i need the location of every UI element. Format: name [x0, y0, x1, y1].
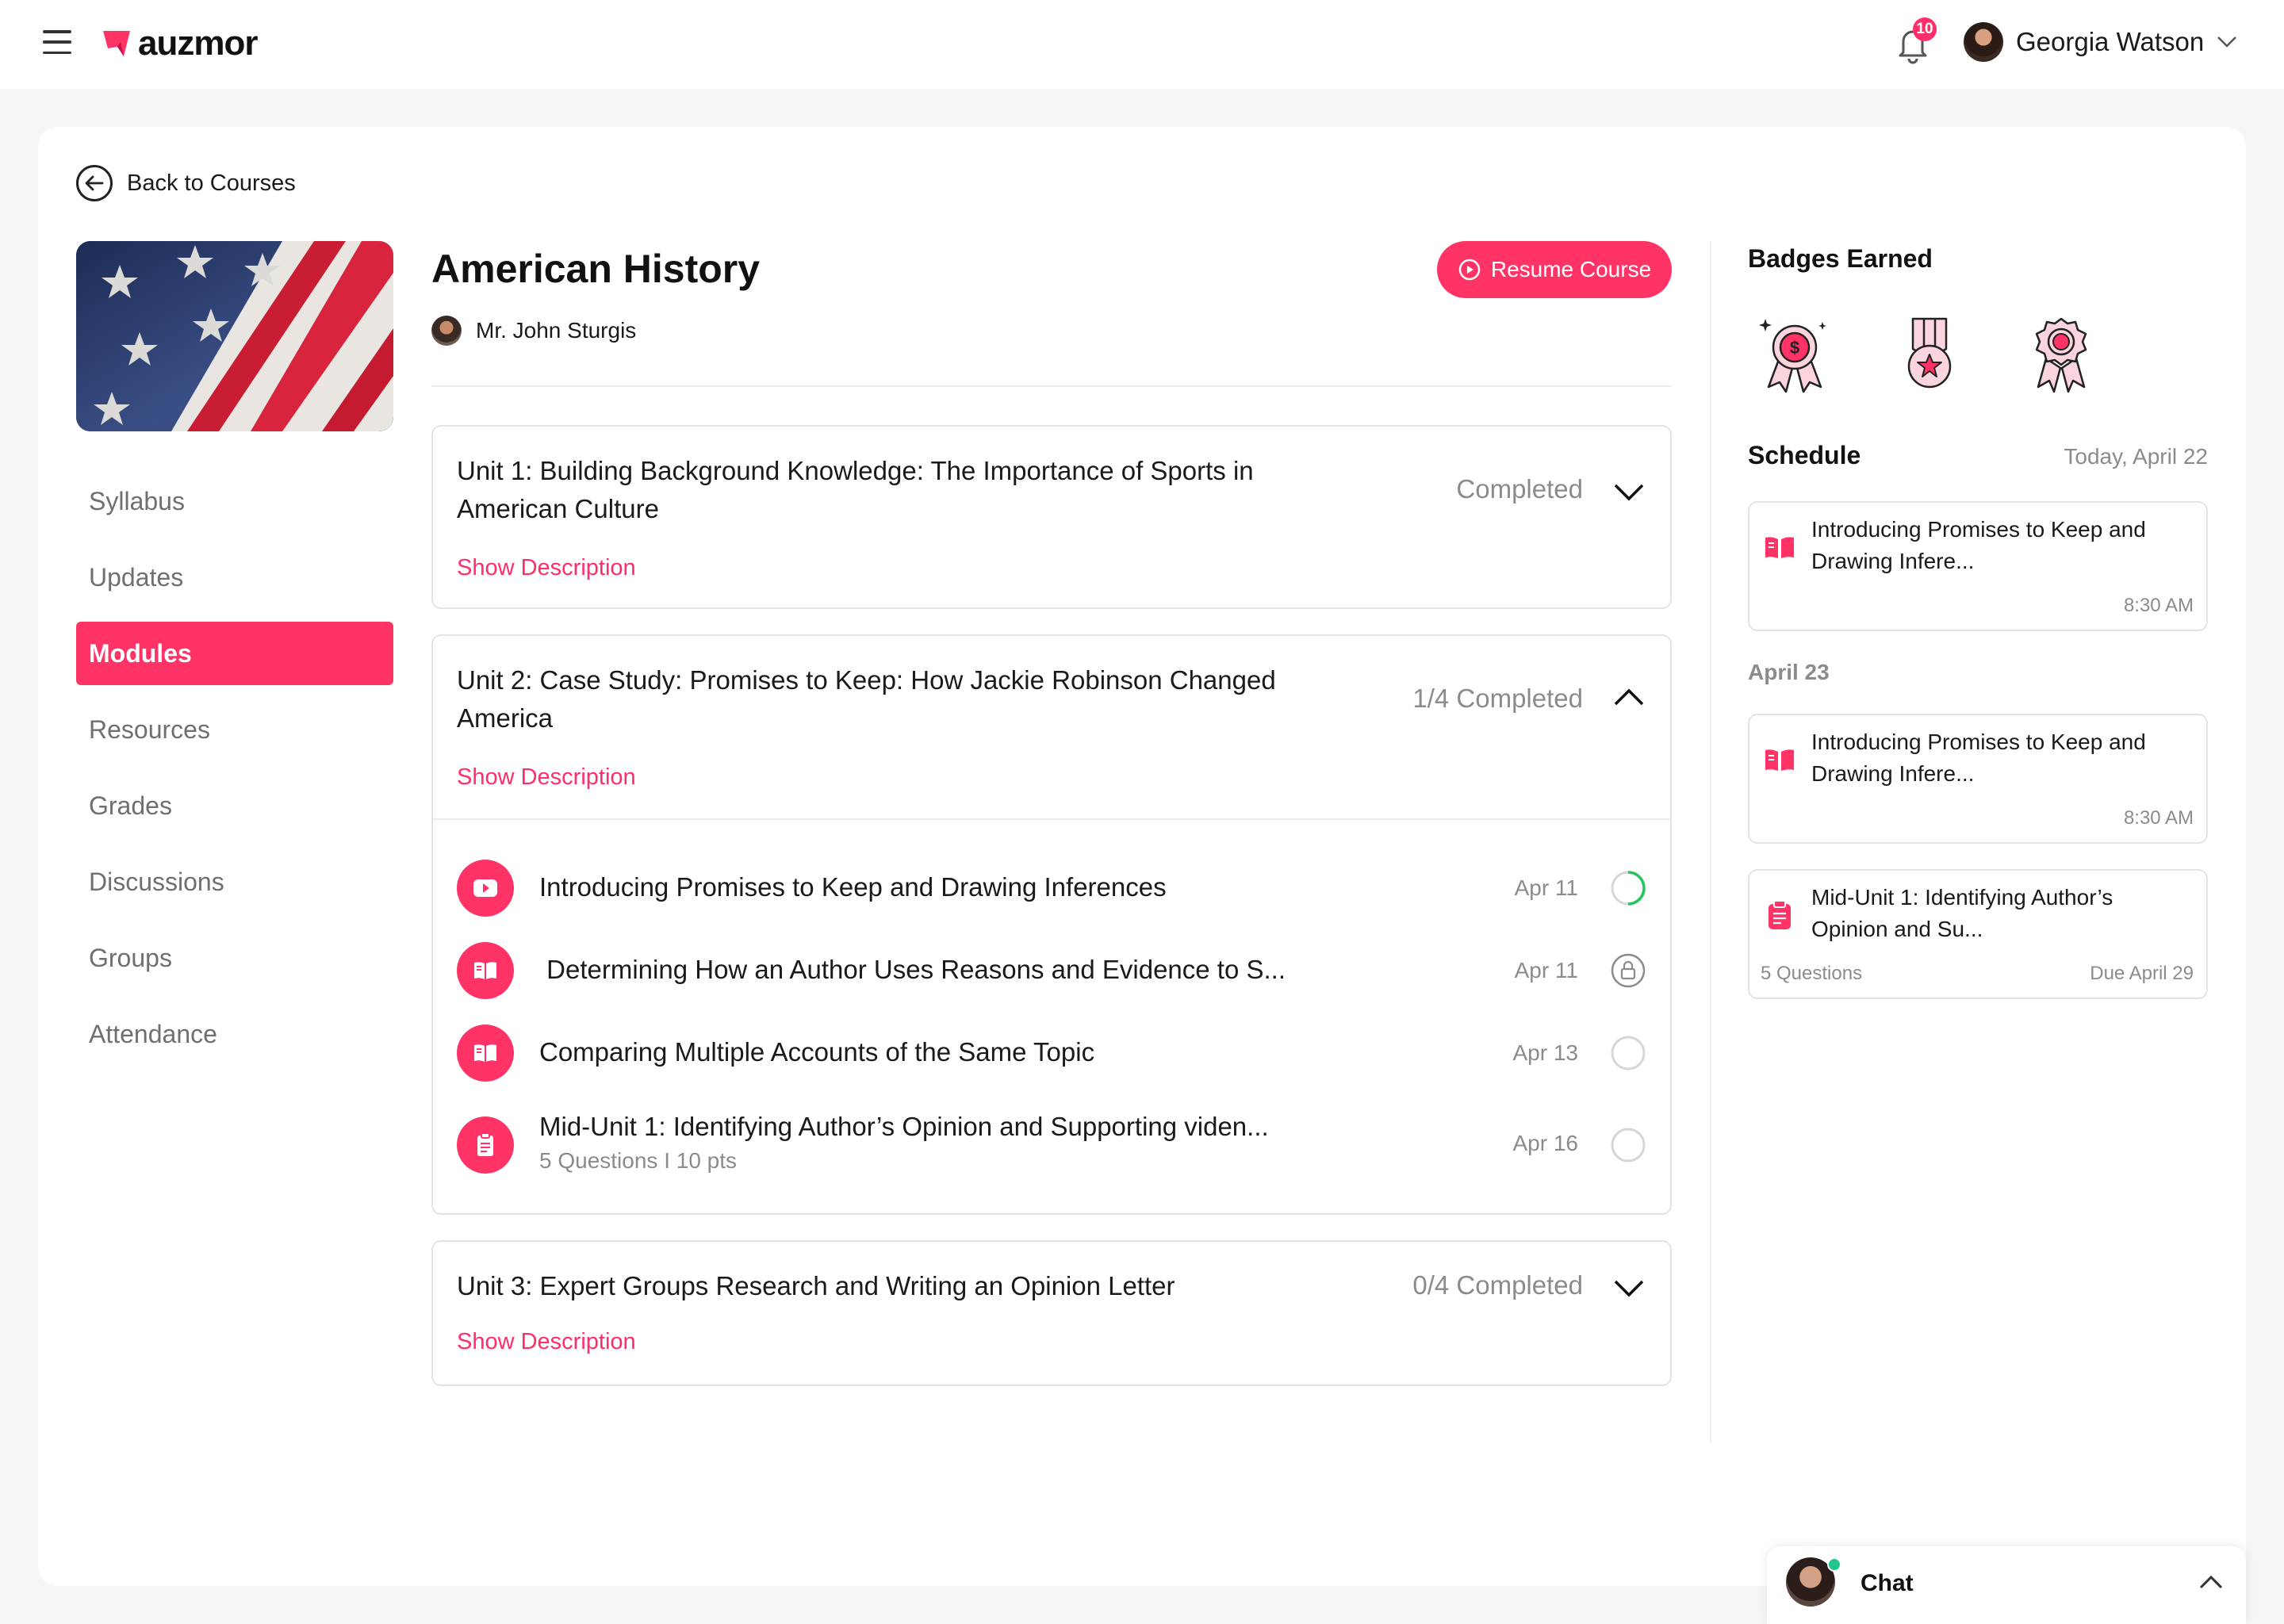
course-image — [76, 241, 393, 431]
chevron-down-icon — [2217, 36, 2237, 48]
schedule-card[interactable]: Introducing Promises to Keep and Drawing… — [1748, 714, 2208, 844]
empty-circle-icon — [1611, 1128, 1646, 1162]
unit-card-2: Unit 2: Case Study: Promises to Keep: Ho… — [431, 634, 1672, 1215]
unit-card-1: Unit 1: Building Background Knowledge: T… — [431, 425, 1672, 609]
schedule-day-label: April 23 — [1748, 660, 1830, 684]
chevron-down-icon[interactable] — [1613, 1278, 1645, 1299]
quiz-icon — [1769, 900, 1791, 929]
course-nav: Syllabus Updates Modules Resources Grade… — [76, 469, 393, 1078]
lesson-row[interactable]: Introducing Promises to Keep and Drawing… — [457, 860, 1646, 917]
lesson-title: Introducing Promises to Keep and Drawing… — [539, 872, 1167, 902]
auzmor-logo-icon — [103, 31, 130, 56]
book-icon — [1765, 749, 1794, 771]
nav-item-resources[interactable]: Resources — [76, 698, 393, 761]
progress-ring-icon — [1611, 871, 1646, 906]
unit-card-3: Unit 3: Expert Groups Research and Writi… — [431, 1240, 1672, 1386]
brand-name: auzmor — [138, 24, 258, 63]
schedule-card-time: 8:30 AM — [2123, 595, 2194, 616]
course-title: American History — [431, 247, 761, 291]
schedule-card[interactable]: Introducing Promises to Keep and Drawing… — [1748, 501, 2208, 631]
lessons-divider — [433, 818, 1670, 820]
rosette-icon — [2035, 317, 2087, 393]
dollar-medal-icon: $ — [1759, 319, 1826, 393]
chevron-down-icon[interactable] — [1613, 482, 1645, 503]
instructor-avatar — [431, 316, 462, 346]
unit-title: Unit 1: Building Background Knowledge: T… — [457, 456, 1254, 523]
lesson-row[interactable]: Mid-Unit 1: Identifying Author’s Opinion… — [457, 1112, 1646, 1178]
unit-title: Unit 2: Case Study: Promises to Keep: Ho… — [457, 665, 1276, 733]
schedule-card-title: Mid-Unit 1: Identifying Author’s Opinion… — [1811, 885, 2113, 941]
lesson-row[interactable]: Comparing Multiple Accounts of the Same … — [457, 1025, 1646, 1082]
nav-item-syllabus[interactable]: Syllabus — [76, 469, 393, 533]
online-status-dot — [1827, 1557, 1841, 1572]
schedule-card[interactable]: Mid-Unit 1: Identifying Author’s Opinion… — [1748, 869, 2208, 999]
chevron-up-icon[interactable] — [1613, 687, 1645, 707]
book-icon — [457, 1025, 514, 1082]
nav-item-groups[interactable]: Groups — [76, 926, 393, 990]
menu-icon[interactable] — [43, 30, 71, 54]
instructor: Mr. John Sturgis — [431, 316, 636, 346]
user-avatar — [1964, 22, 2003, 62]
lesson-row[interactable]: Determining How an Author Uses Reasons a… — [457, 942, 1646, 999]
chat-widget[interactable]: Chat — [1767, 1546, 2246, 1624]
lesson-title: Determining How an Author Uses Reasons a… — [539, 955, 1286, 984]
lesson-title: Mid-Unit 1: Identifying Author’s Opinion… — [539, 1112, 1269, 1141]
show-description-link[interactable]: Show Description — [457, 1329, 636, 1355]
play-icon — [457, 860, 514, 917]
play-circle-icon — [1458, 259, 1481, 281]
nav-item-modules[interactable]: Modules — [76, 622, 393, 685]
lesson-date: Apr 11 — [1514, 958, 1578, 982]
book-icon — [457, 942, 514, 999]
notification-count-badge: 10 — [1913, 17, 1937, 41]
nav-item-updates[interactable]: Updates — [76, 546, 393, 609]
schedule-card-due: Due April 29 — [2090, 963, 2194, 984]
lesson-title: Comparing Multiple Accounts of the Same … — [539, 1037, 1095, 1067]
lesson-date: Apr 11 — [1514, 875, 1578, 900]
quiz-icon — [457, 1116, 514, 1174]
chat-label: Chat — [1861, 1570, 1914, 1596]
unit-status: 1/4 Completed — [1412, 684, 1583, 713]
user-name: Georgia Watson — [2016, 27, 2205, 56]
lesson-date: Apr 16 — [1512, 1131, 1579, 1155]
schedule-heading: Schedule — [1748, 441, 1861, 469]
notifications-button[interactable]: 10 — [1894, 17, 1937, 65]
badges-heading: Badges Earned — [1748, 244, 1933, 273]
arrow-left-icon — [76, 165, 113, 201]
user-menu[interactable]: Georgia Watson — [1964, 22, 2237, 62]
back-label: Back to Courses — [127, 170, 296, 196]
schedule-card-time: 8:30 AM — [2123, 807, 2194, 829]
lesson-subtitle: 5 Questions I 10 pts — [539, 1148, 738, 1173]
lock-icon — [1611, 953, 1646, 988]
unit-title: Unit 3: Expert Groups Research and Writi… — [457, 1271, 1175, 1300]
book-icon — [1765, 537, 1794, 558]
resume-course-label: Resume Course — [1490, 257, 1652, 282]
schedule-card-meta: 5 Questions — [1761, 963, 1863, 984]
empty-circle-icon — [1611, 1036, 1646, 1071]
nav-item-attendance[interactable]: Attendance — [76, 1002, 393, 1066]
schedule-card-title: Introducing Promises to Keep and Drawing… — [1811, 517, 2146, 573]
back-to-courses-link[interactable]: Back to Courses — [76, 165, 296, 201]
nav-item-discussions[interactable]: Discussions — [76, 850, 393, 914]
panel-divider — [1710, 241, 1711, 1443]
chevron-up-icon[interactable] — [2198, 1573, 2224, 1591]
unit-status: Completed — [1456, 474, 1583, 504]
schedule-card-title: Introducing Promises to Keep and Drawing… — [1811, 730, 2146, 786]
unit-status: 0/4 Completed — [1412, 1270, 1583, 1300]
header-divider — [431, 385, 1672, 387]
top-bar: auzmor 10 Georgia Watson — [0, 0, 2284, 89]
lesson-date: Apr 13 — [1512, 1040, 1579, 1065]
star-medal-icon — [1907, 317, 1952, 389]
schedule-today-label: Today, April 22 — [2064, 444, 2208, 469]
nav-item-grades[interactable]: Grades — [76, 774, 393, 837]
svg-text:$: $ — [1790, 338, 1799, 358]
show-description-link[interactable]: Show Description — [457, 555, 636, 581]
instructor-name: Mr. John Sturgis — [476, 318, 637, 343]
brand-logo[interactable]: auzmor — [102, 24, 258, 63]
resume-course-button[interactable]: Resume Course — [1437, 241, 1672, 298]
show-description-link[interactable]: Show Description — [457, 764, 636, 791]
